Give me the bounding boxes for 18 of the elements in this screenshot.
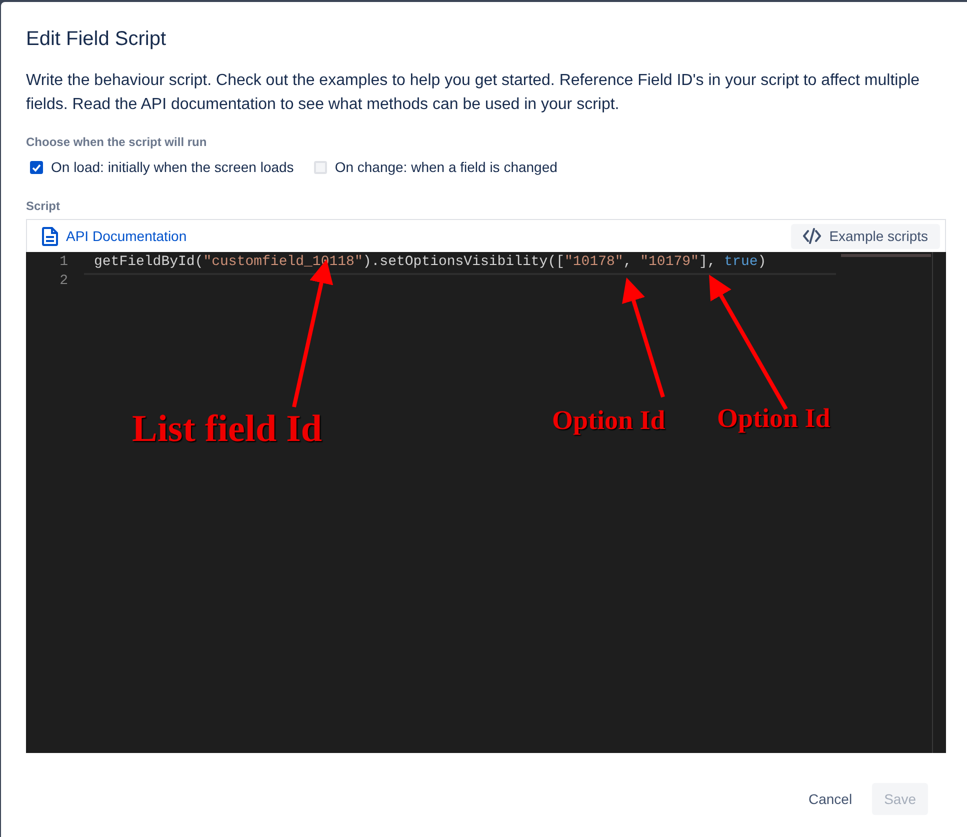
code-icon: [803, 228, 822, 244]
annotation-label: List field Id: [131, 407, 324, 452]
line-number: 1: [58, 253, 68, 272]
checkbox-option[interactable]: On load: initially when the screen loads: [30, 157, 294, 178]
line-number: 2: [58, 272, 68, 291]
field-label: Choose when the script will run: [26, 134, 207, 150]
annotation-label: Option Id: [716, 402, 832, 435]
dialog-button[interactable]: Cancel: [796, 783, 864, 815]
document-icon: [42, 226, 58, 246]
annotation-label: Option Id: [551, 404, 666, 437]
field-label: Script: [26, 198, 60, 214]
checkbox[interactable]: [314, 161, 327, 174]
checkbox-option[interactable]: On change: when a field is changed: [314, 157, 558, 178]
dialog-title: Edit Field Script: [26, 27, 166, 51]
description-text: Write the behaviour script. Check out the examples to help you get started. Reference Field ID's in your script to affect multiple fields. Read the API documentation to see what methods can be used in your script.: [26, 71, 921, 115]
checkbox[interactable]: [30, 161, 43, 174]
example-scripts-button[interactable]: Example scripts: [791, 224, 940, 248]
api-documentation-link[interactable]: API Documentation: [42, 226, 187, 246]
